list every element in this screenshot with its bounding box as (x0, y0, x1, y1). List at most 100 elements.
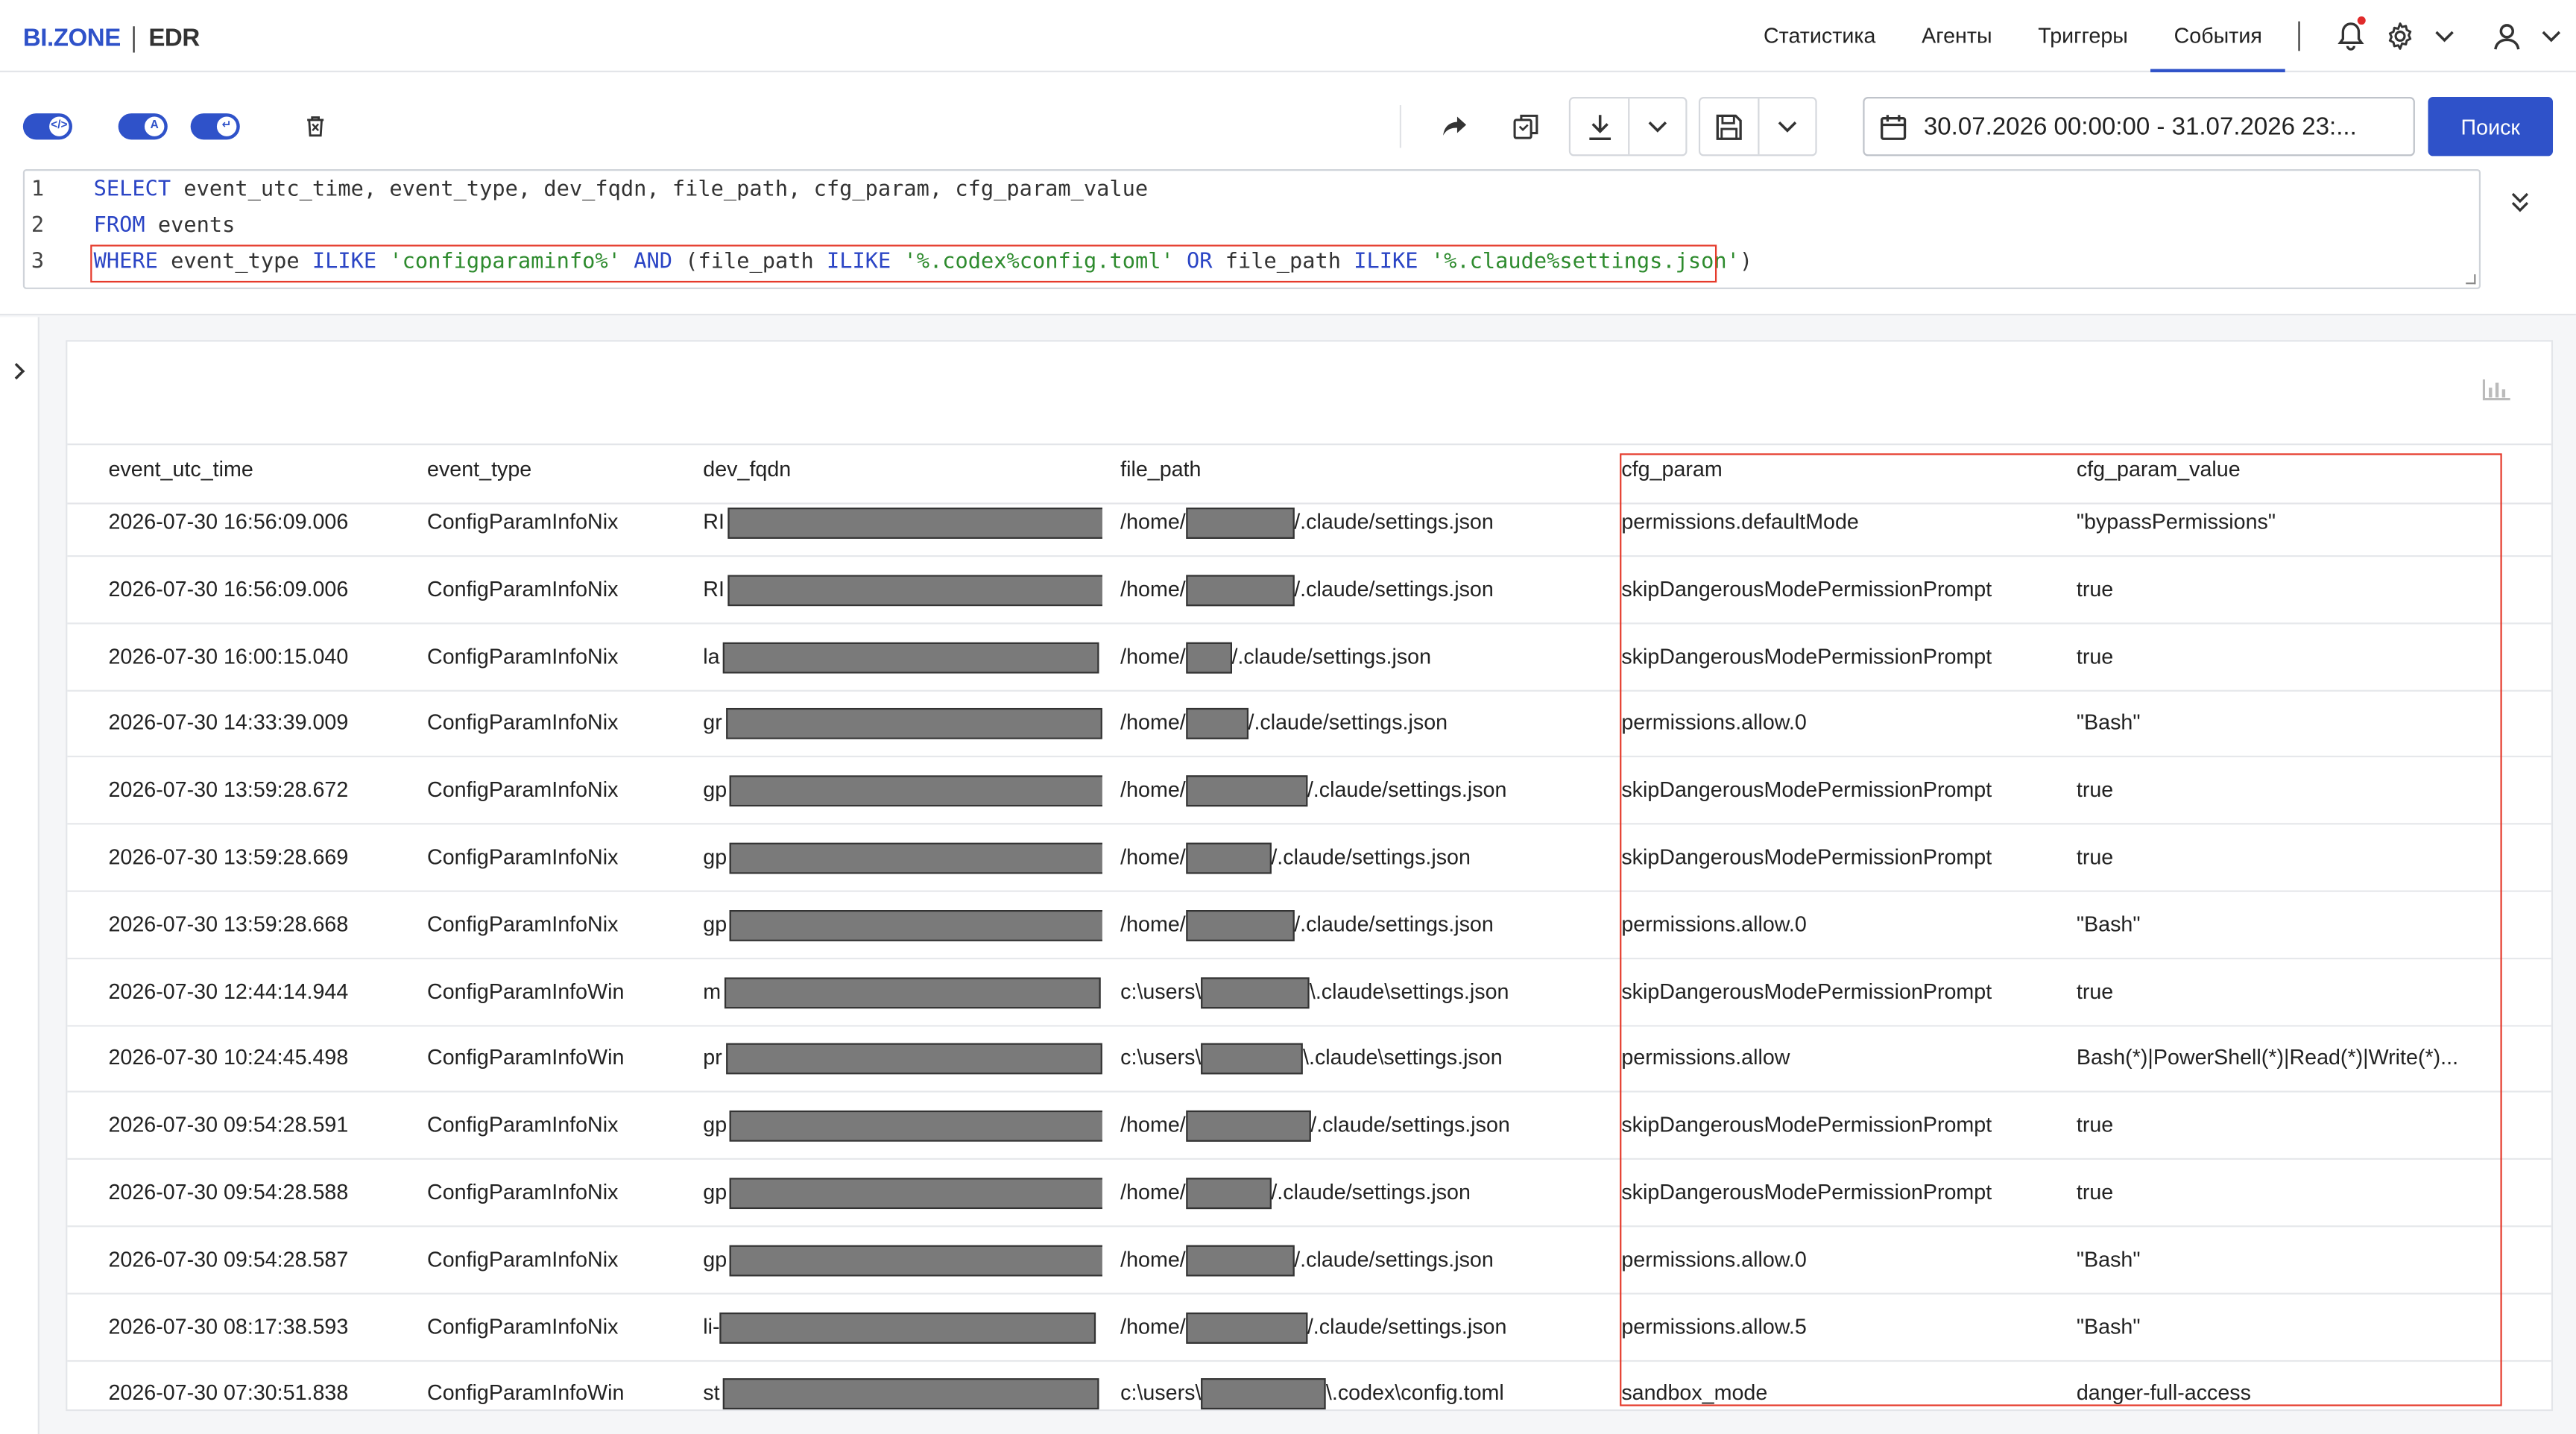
download-chevron-down-icon[interactable] (1628, 98, 1685, 155)
clear-trash-icon[interactable] (303, 113, 329, 139)
search-button[interactable]: Поиск (2428, 97, 2554, 157)
table-row[interactable]: 2026-07-30 10:24:45.498 ConfigParamInfoWi… (67, 1026, 2551, 1093)
redacted-block (1201, 1043, 1304, 1076)
nav-triggers[interactable]: Триггеры (2015, 0, 2150, 72)
redacted-block (730, 1178, 1102, 1210)
user-profile-icon[interactable] (2478, 0, 2576, 72)
cell-event-type: ConfigParamInfoNix (427, 777, 619, 802)
autocomplete-a-icon: A (144, 116, 165, 136)
cell-cfg-param: skipDangerousModePermissionPrompt (1621, 576, 1992, 601)
cell-event-time: 2026-07-30 10:24:45.498 (108, 1045, 349, 1070)
toggle-autocomplete[interactable]: A (118, 113, 168, 140)
path-suffix: \.claude\settings.json (1309, 978, 1509, 1003)
code-icon: </> (49, 116, 69, 136)
table-row[interactable]: 2026-07-30 16:56:09.006 ConfigParamInfoNi… (67, 557, 2551, 625)
table-row[interactable]: 2026-07-30 08:17:38.593 ConfigParamInfoNi… (67, 1294, 2551, 1362)
cell-cfg-param: skipDangerousModePermissionPrompt (1621, 1112, 1992, 1137)
sql-keyword: FROM (93, 213, 158, 239)
nav-agents[interactable]: Агенты (1898, 0, 2015, 72)
nav-statistics[interactable]: Статистика (1740, 0, 1898, 72)
col-file-path[interactable]: file_path (1120, 445, 1201, 494)
cell-event-time: 2026-07-30 13:59:28.669 (108, 844, 349, 869)
cell-file-path: /home/ /.claude/settings.json (1120, 909, 1494, 941)
redacted-block (723, 1379, 1099, 1411)
col-cfg-param-value[interactable]: cfg_param_value (2077, 445, 2241, 494)
cell-event-time: 2026-07-30 09:54:28.591 (108, 1112, 349, 1137)
table-header: event_utc_time event_type dev_fqdn file_… (67, 443, 2551, 505)
toggle-wrap[interactable]: ↵ (190, 113, 240, 140)
fqdn-prefix: li- (703, 1313, 720, 1339)
redacted-block (730, 842, 1102, 874)
editor-resize-handle[interactable] (2466, 274, 2476, 285)
query-line[interactable]: 2 FROM events (25, 209, 236, 244)
query-toolbar: </> A ↵ 30.07.2026 00:00:00 - 31.07.2026… (0, 72, 2576, 316)
redacted-block (1201, 976, 1310, 1008)
redacted-block (725, 708, 1102, 740)
download-icon[interactable] (1570, 98, 1628, 154)
redacted-block (1185, 508, 1295, 540)
share-icon[interactable] (1436, 108, 1471, 144)
table-row[interactable]: 2026-07-30 16:00:15.040 ConfigParamInfoNi… (67, 624, 2551, 691)
expand-sidebar-chevron-icon[interactable] (13, 361, 27, 381)
table-body: 2026-07-30 16:56:09.006 ConfigParamInfoNi… (67, 506, 2551, 1411)
query-line[interactable]: 1 SELECT event_utc_time, event_type, dev_… (25, 172, 1148, 208)
table-row[interactable]: 2026-07-30 09:54:28.587 ConfigParamInfoNi… (67, 1227, 2551, 1295)
redacted-block (730, 1111, 1102, 1143)
cell-event-time: 2026-07-30 16:56:09.006 (108, 576, 349, 601)
copy-icon[interactable] (1508, 108, 1544, 144)
left-rail (0, 317, 40, 1434)
redacted-block (723, 642, 1099, 673)
col-dev-fqdn[interactable]: dev_fqdn (703, 445, 791, 494)
table-row[interactable]: 2026-07-30 13:59:28.669 ConfigParamInfoNi… (67, 824, 2551, 892)
fqdn-prefix: gp (703, 1112, 727, 1137)
user-chevron-down-icon[interactable] (2542, 30, 2561, 43)
col-cfg-param[interactable]: cfg_param (1621, 445, 1722, 494)
fqdn-prefix: gp (703, 844, 727, 869)
query-editor[interactable]: 1 SELECT event_utc_time, event_type, dev_… (22, 169, 2481, 289)
cell-event-time: 2026-07-30 09:54:28.587 (108, 1246, 349, 1272)
fqdn-prefix: gp (703, 911, 727, 936)
table-row[interactable]: 2026-07-30 09:54:28.591 ConfigParamInfoNi… (67, 1093, 2551, 1160)
collapse-editor-chevron-icon[interactable] (2510, 191, 2530, 222)
save-chevron-down-icon[interactable] (1758, 98, 1815, 155)
redacted-block (727, 508, 1102, 540)
redacted-block (730, 775, 1102, 807)
path-prefix: /home/ (1120, 576, 1186, 601)
redacted-block (730, 1245, 1102, 1277)
cell-file-path: /home/ /.claude/settings.json (1120, 1245, 1494, 1277)
redacted-block (1185, 575, 1295, 606)
notifications-bell-icon[interactable] (2323, 0, 2378, 72)
line-number: 2 (31, 213, 45, 239)
col-event-utc-time[interactable]: event_utc_time (108, 445, 253, 494)
logo-bizone: BI.ZONE (22, 25, 121, 53)
path-prefix: /home/ (1120, 509, 1186, 534)
table-row[interactable]: 2026-07-30 13:59:28.668 ConfigParamInfoNi… (67, 891, 2551, 959)
logo[interactable]: BI.ZONE EDR (23, 25, 200, 52)
bar-chart-icon[interactable] (2482, 378, 2512, 409)
redacted-block (1185, 775, 1307, 807)
cell-cfg-param: sandbox_mode (1621, 1380, 1768, 1406)
date-range-picker[interactable]: 30.07.2026 00:00:00 - 31.07.2026 23:... (1863, 97, 2415, 157)
col-event-type[interactable]: event_type (427, 445, 531, 494)
cell-dev-fqdn: pr (703, 1043, 1102, 1076)
table-row[interactable]: 2026-07-30 13:59:28.672 ConfigParamInfoNi… (67, 757, 2551, 825)
path-suffix: /.claude/settings.json (1294, 576, 1494, 601)
cell-dev-fqdn: la (703, 642, 1102, 673)
path-prefix: c:\users\ (1120, 1380, 1202, 1406)
cell-file-path: /home/ /.claude/settings.json (1120, 708, 1448, 740)
nav-events[interactable]: События (2150, 0, 2285, 72)
settings-gear-icon[interactable] (2378, 0, 2460, 72)
redacted-block (1185, 1245, 1295, 1277)
cell-cfg-param: skipDangerousModePermissionPrompt (1621, 643, 1992, 669)
save-icon[interactable] (1700, 98, 1758, 154)
table-row[interactable]: 2026-07-30 14:33:39.009 ConfigParamInfoNi… (67, 691, 2551, 758)
redacted-block (1185, 909, 1295, 941)
table-row[interactable]: 2026-07-30 16:56:09.006 ConfigParamInfoNi… (67, 506, 2551, 558)
settings-chevron-down-icon[interactable] (2434, 30, 2454, 43)
table-row[interactable]: 2026-07-30 09:54:28.588 ConfigParamInfoNi… (67, 1160, 2551, 1228)
redacted-block (1185, 1111, 1311, 1143)
line-number: 1 (31, 177, 45, 203)
table-row[interactable]: 2026-07-30 07:30:51.838 ConfigParamInfoWi… (67, 1361, 2551, 1411)
toggle-code-view[interactable]: </> (22, 113, 72, 140)
table-row[interactable]: 2026-07-30 12:44:14.944 ConfigParamInfoWi… (67, 958, 2551, 1026)
